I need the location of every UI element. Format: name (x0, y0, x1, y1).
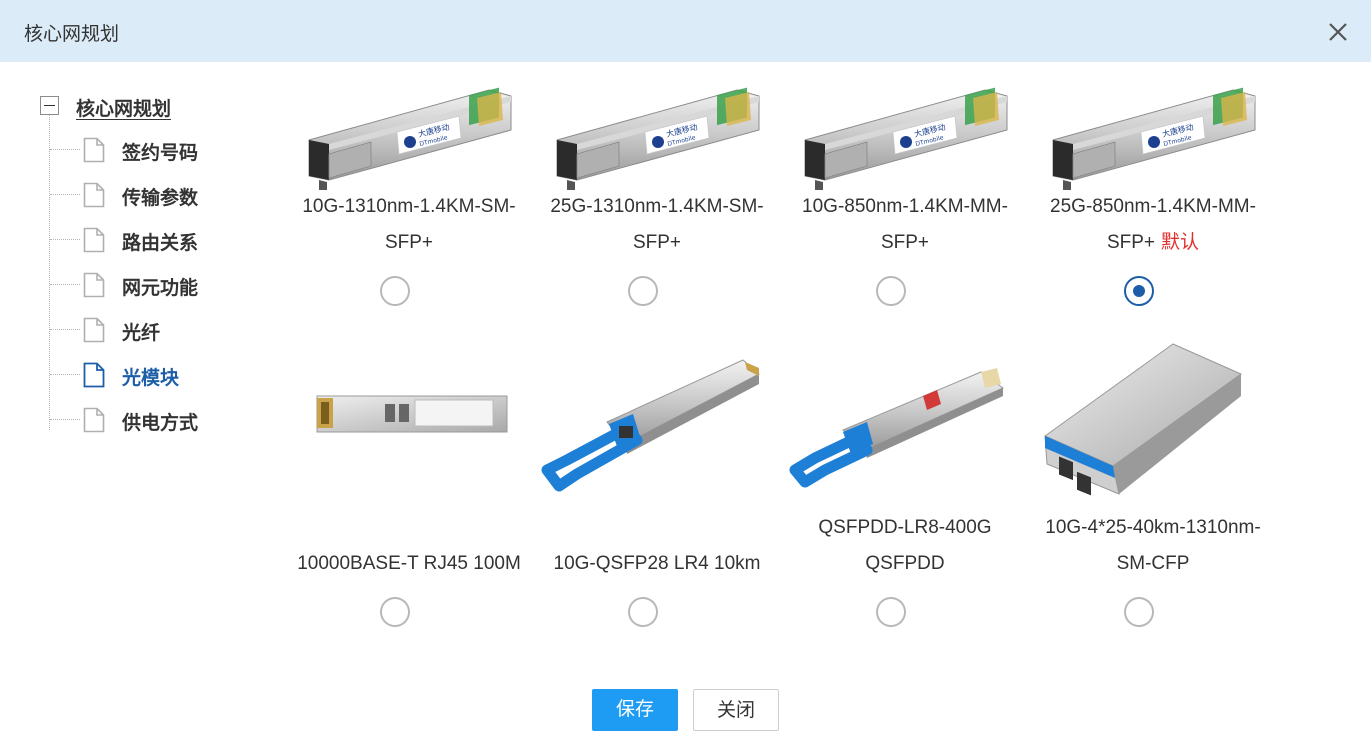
tree-item-transport-params[interactable]: 传输参数 (50, 180, 250, 210)
tree-item-label: 供电方式 (122, 413, 199, 434)
module-name-line1: 10G-850nm-1.4KM-MM- (802, 196, 1008, 217)
dialog-title: 核心网规划 (24, 24, 120, 45)
sfp-module-image: 大唐移动 DTmobile (804, 87, 1008, 190)
module-name-line2: SFP+ (880, 232, 930, 253)
module-radio[interactable] (380, 276, 410, 306)
tree-item-power-supply[interactable]: 供电方式 (50, 405, 250, 435)
sfp-module-image: 大唐移动 DTmobile (308, 87, 512, 190)
document-icon (83, 407, 105, 433)
tree-item-ne-function[interactable]: 网元功能 (50, 270, 250, 300)
save-button[interactable]: 保存 (592, 689, 678, 731)
tree-item-label: 传输参数 (122, 188, 199, 209)
close-icon[interactable] (1326, 20, 1350, 44)
module-radio-selected[interactable] (1124, 276, 1154, 306)
tree-item-label: 光模块 (122, 368, 180, 389)
module-name-line1: 25G-850nm-1.4KM-MM- (1050, 196, 1256, 217)
module-radio[interactable] (876, 276, 906, 306)
tree-item-routing[interactable]: 路由关系 (50, 225, 250, 255)
module-radio[interactable] (1124, 597, 1154, 627)
tree-item-fiber[interactable]: 光纤 (50, 315, 250, 345)
qsfpdd-module-image (789, 368, 1004, 488)
default-badge: 默认 (1161, 232, 1200, 253)
qsfp28-module-image (541, 359, 760, 492)
module-name-line1: 25G-1310nm-1.4KM-SM- (550, 196, 764, 217)
tree-item-optical-module[interactable]: 光模块 (50, 360, 250, 390)
module-name-line2: QSFPDD (865, 553, 945, 574)
module-name-line2: SM-CFP (1116, 553, 1190, 574)
module-radio[interactable] (380, 597, 410, 627)
module-name-line2: 10000BASE-T RJ45 100M (297, 553, 521, 574)
module-name-line1: 10G-4*25-40km-1310nm- (1045, 517, 1261, 538)
dialog-header: 核心网规划 (0, 0, 1371, 62)
document-icon (83, 362, 105, 388)
module-name-line2: 10G-QSFP28 LR4 10km (553, 553, 761, 574)
module-name-line1: 10G-1310nm-1.4KM-SM- (302, 196, 516, 217)
collapse-toggle-icon[interactable] (40, 96, 59, 115)
cfp-module-image (1043, 343, 1243, 496)
tree-item-label: 网元功能 (122, 278, 199, 299)
module-radio[interactable] (628, 597, 658, 627)
module-name-line2: SFP+ 默认 (1106, 232, 1200, 253)
module-name-line2: SFP+ (384, 232, 434, 253)
tree-root-label[interactable]: 核心网规划 (76, 94, 171, 121)
module-name-line1: QSFPDD-LR8-400G (818, 517, 992, 538)
document-icon (83, 182, 105, 208)
sfp-module-image: 大唐移动 DTmobile (1052, 87, 1256, 190)
document-icon (83, 137, 105, 163)
sfp-module-image: 大唐移动 DTmobile (556, 87, 760, 190)
module-radio[interactable] (876, 597, 906, 627)
rj45-module-image (316, 395, 508, 433)
document-icon (83, 317, 105, 343)
tree-item-label: 签约号码 (122, 143, 199, 164)
tree-item-label: 路由关系 (122, 233, 199, 254)
tree-item-signing-number[interactable]: 签约号码 (50, 135, 250, 165)
navigation-tree: 核心网规划 签约号码 传输参数 路由关系 网元功能 光纤 光模块 供电方式 (0, 62, 280, 482)
document-icon (83, 272, 105, 298)
tree-item-label: 光纤 (122, 323, 161, 344)
module-name-line2: SFP+ (632, 232, 682, 253)
document-icon (83, 227, 105, 253)
module-radio[interactable] (628, 276, 658, 306)
close-button[interactable]: 关闭 (693, 689, 779, 731)
